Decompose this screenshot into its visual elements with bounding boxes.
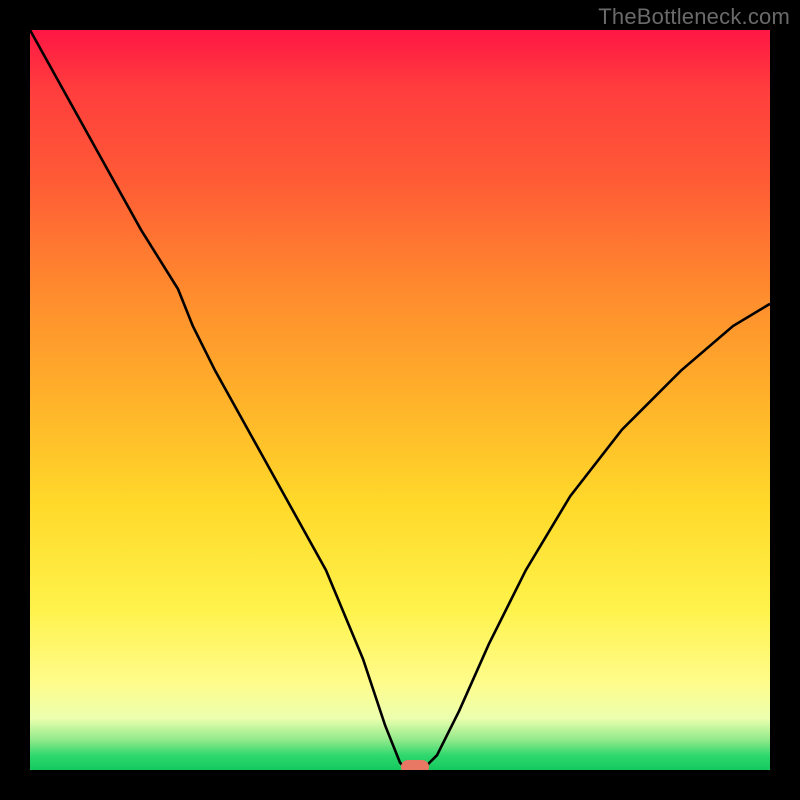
- curve-layer: [30, 30, 770, 770]
- bottleneck-curve-path: [30, 30, 770, 770]
- optimal-marker: [401, 760, 429, 770]
- plot-area: [30, 30, 770, 770]
- outer-frame: TheBottleneck.com: [0, 0, 800, 800]
- watermark-text: TheBottleneck.com: [598, 4, 790, 30]
